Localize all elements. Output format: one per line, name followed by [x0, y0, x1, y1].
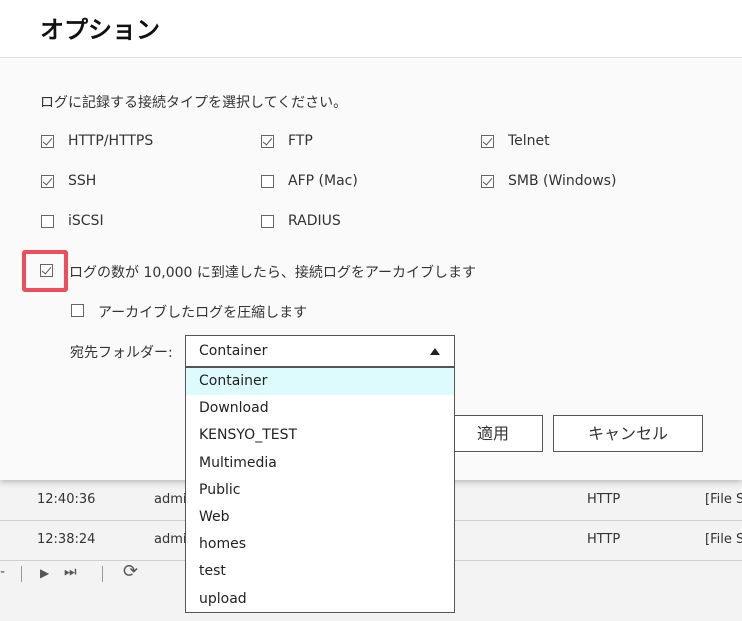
dropdown-option[interactable]: Public — [186, 477, 454, 504]
checkbox-label: RADIUS — [288, 213, 341, 229]
archive-label: ログの数が 10,000 に到達したら、接続ログをアーカイブします — [69, 265, 477, 281]
log-time: 12:38:24 — [37, 532, 96, 547]
checkbox-label: SSH — [68, 173, 97, 189]
dropdown-option[interactable]: Download — [186, 395, 454, 422]
log-result: [File S — [705, 532, 742, 547]
dialog-header: オプション — [0, 0, 742, 58]
next-page-icon[interactable]: ▶ — [40, 566, 49, 580]
description-text: ログに記録する接続タイプを選択してください。 — [40, 95, 348, 111]
checkbox-label: HTTP/HTTPS — [68, 133, 154, 149]
checkbox-compress-archive[interactable] — [71, 304, 84, 317]
checkbox-ftp[interactable] — [261, 135, 274, 148]
dropdown-option[interactable]: homes — [186, 531, 454, 558]
checkbox-iscsi[interactable] — [41, 215, 54, 228]
dropdown-option[interactable]: Web — [186, 504, 454, 531]
checkbox-smb[interactable] — [481, 175, 494, 188]
divider — [102, 566, 103, 582]
checkbox-ssh[interactable] — [41, 175, 54, 188]
apply-button[interactable]: 適用 — [443, 415, 543, 452]
checkbox-label: AFP (Mac) — [288, 173, 358, 189]
log-user: admi — [154, 492, 187, 507]
checkbox-label: FTP — [288, 133, 313, 149]
divider — [21, 566, 22, 582]
dropdown-option[interactable]: Container — [186, 368, 454, 396]
dialog-title: オプション — [40, 16, 160, 44]
destination-folder-dropdown: Container Download KENSYO_TEST Multimedi… — [185, 367, 455, 613]
cancel-button[interactable]: キャンセル — [553, 415, 703, 452]
dropdown-option[interactable]: Multimedia — [186, 450, 454, 477]
dropdown-option[interactable]: KENSYO_TEST — [186, 422, 454, 449]
checkbox-http-https[interactable] — [41, 135, 54, 148]
log-protocol: HTTP — [587, 532, 621, 547]
select-value: Container — [199, 343, 268, 359]
checkbox-telnet[interactable] — [481, 135, 494, 148]
compress-label: アーカイブしたログを圧縮します — [98, 305, 308, 321]
checkbox-label: Telnet — [508, 133, 550, 149]
chevron-up-icon — [430, 348, 440, 355]
destination-folder-label: 宛先フォルダー: — [70, 345, 173, 361]
prev-page-icon[interactable]: - — [0, 564, 5, 580]
checkbox-archive-logs[interactable] — [40, 264, 53, 277]
refresh-icon[interactable]: ⟳ — [123, 561, 138, 582]
log-result: [File S — [705, 492, 742, 507]
dropdown-option[interactable]: test — [186, 558, 454, 585]
checkbox-label: SMB (Windows) — [508, 173, 617, 189]
log-time: 12:40:36 — [37, 492, 96, 507]
dropdown-option[interactable]: upload — [186, 586, 454, 613]
checkbox-radius[interactable] — [261, 215, 274, 228]
checkbox-afp[interactable] — [261, 175, 274, 188]
destination-folder-select[interactable]: Container — [185, 335, 455, 367]
last-page-icon[interactable]: ⏭ — [64, 564, 77, 580]
log-user: admi — [154, 532, 187, 547]
checkbox-label: iSCSI — [68, 213, 104, 229]
log-protocol: HTTP — [587, 492, 621, 507]
